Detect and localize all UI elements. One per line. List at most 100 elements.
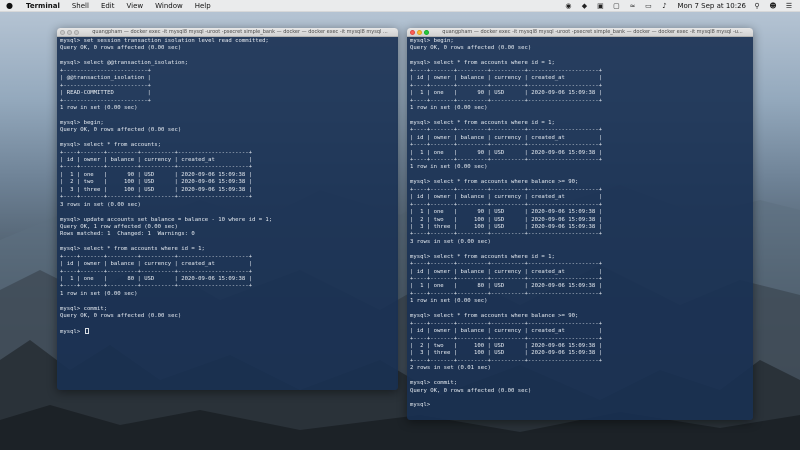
- menu-app-terminal[interactable]: Terminal: [26, 2, 60, 10]
- terminal-line: +----+-------+---------+----------+-----…: [410, 231, 602, 238]
- prompt-text: mysql>: [410, 402, 434, 409]
- terminal-line: +----+-------+---------+----------+-----…: [410, 276, 602, 282]
- terminal-prompt-line[interactable]: mysql>: [410, 402, 750, 409]
- terminal-line: mysql> commit;: [60, 305, 108, 312]
- terminal-line: | 2 | two | 100 | USD | 2020-09-06 15:09…: [60, 179, 252, 186]
- terminal-line: 3 rows in set (0.00 sec): [60, 201, 141, 208]
- terminal-line: | 1 | one | 80 | USD | 2020-09-06 15:09:…: [60, 276, 252, 282]
- terminal-line: +----+-------+---------+----------+-----…: [410, 97, 602, 104]
- close-button[interactable]: [60, 29, 65, 35]
- dropbox-icon[interactable]: ◆: [579, 2, 589, 10]
- terminal-line: | 2 | two | 100 | USD | 2020-09-06 15:09…: [410, 342, 602, 349]
- terminal-line: 1 row in set (0.00 sec): [60, 104, 138, 111]
- terminal-line: +----+-------+---------+----------+-----…: [410, 82, 602, 89]
- terminal-line: 1 row in set (0.00 sec): [410, 164, 488, 171]
- menu-edit[interactable]: Edit: [101, 2, 115, 10]
- terminal-line: +----+-------+---------+----------+-----…: [410, 261, 602, 268]
- terminal-line: | id | owner | balance | currency | crea…: [410, 268, 602, 275]
- terminal-line: mysql> select * from accounts where id =…: [60, 246, 205, 253]
- terminal-output[interactable]: mysql> begin; Query OK, 0 rows affected (…: [407, 37, 753, 410]
- terminal-line: | id | owner | balance | currency | crea…: [410, 194, 602, 201]
- terminal-line: | 1 | one | 90 | USD | 2020-09-06 15:09:…: [410, 90, 602, 97]
- window-titlebar[interactable]: quangpham — docker exec -it mysql8 mysql…: [407, 28, 753, 37]
- window-controls: [60, 29, 81, 35]
- zoom-button[interactable]: [424, 29, 429, 35]
- terminal-line: | id | owner | balance | currency | crea…: [410, 134, 602, 141]
- zoom-button[interactable]: [74, 29, 79, 35]
- terminal-line: +----+-------+---------+----------+-----…: [410, 142, 602, 149]
- terminal-line: mysql> begin;: [60, 119, 104, 126]
- wifi-icon[interactable]: ≈: [627, 2, 637, 10]
- menu-window[interactable]: Window: [155, 2, 183, 10]
- terminal-prompt-line[interactable]: mysql>: [60, 328, 395, 335]
- menu-shell[interactable]: Shell: [72, 2, 89, 10]
- terminal-line: mysql> commit;: [410, 380, 458, 387]
- terminal-line: | @@transaction_isolation |: [60, 75, 151, 82]
- terminal-line: 3 rows in set (0.00 sec): [410, 238, 491, 245]
- terminal-line: mysql> select * from accounts;: [60, 142, 162, 149]
- menu-help[interactable]: Help: [195, 2, 211, 10]
- menu-clock[interactable]: Mon 7 Sep at 10:26: [677, 2, 746, 10]
- close-button[interactable]: [410, 29, 415, 35]
- terminal-line: mysql> select * from accounts where bala…: [410, 179, 579, 186]
- terminal-line: Query OK, 0 rows affected (0.00 sec): [60, 45, 182, 52]
- lock-icon[interactable]: ▢: [611, 2, 621, 10]
- terminal-line: | id | owner | balance | currency | crea…: [60, 261, 252, 268]
- terminal-line: +----+-------+---------+----------+-----…: [60, 268, 252, 275]
- terminal-line: mysql> select @@transaction_isolation;: [60, 60, 188, 67]
- terminal-line: 1 row in set (0.00 sec): [410, 104, 488, 111]
- terminal-line: 1 row in set (0.00 sec): [60, 290, 138, 297]
- window-controls: [410, 29, 431, 35]
- minimize-button[interactable]: [417, 29, 422, 35]
- notification-center-icon[interactable]: ☰: [784, 2, 794, 10]
- terminal-line: Query OK, 1 row affected (0.00 sec): [60, 223, 178, 230]
- text-cursor: [84, 328, 89, 335]
- record-icon[interactable]: ◉: [563, 2, 573, 10]
- terminal-line: | 1 | one | 80 | USD | 2020-09-06 15:09:…: [410, 283, 602, 290]
- terminal-line: Query OK, 0 rows affected (0.00 sec): [410, 387, 532, 394]
- terminal-line: +----+-------+---------+----------+-----…: [410, 290, 602, 297]
- terminal-line: | READ-COMMITTED |: [60, 90, 151, 97]
- terminal-line: +----+-------+---------+----------+-----…: [60, 149, 252, 156]
- terminal-line: +-------------------------+: [60, 97, 151, 104]
- window-title: quangpham — docker exec -it mysql8 mysql…: [442, 29, 743, 35]
- terminal-window-left[interactable]: quangpham — docker exec -it mysql8 mysql…: [57, 28, 398, 390]
- window-titlebar[interactable]: quangpham — docker exec -it mysql8 mysql…: [57, 28, 398, 37]
- prompt-text: mysql>: [60, 329, 84, 336]
- user-avatar-icon[interactable]: ☻: [768, 2, 778, 10]
- terminal-line: | id | owner | balance | currency | crea…: [410, 328, 602, 335]
- terminal-line: +----+-------+---------+----------+-----…: [410, 320, 602, 327]
- terminal-line: | 2 | two | 100 | USD | 2020-09-06 15:09…: [410, 216, 602, 223]
- terminal-window-right[interactable]: quangpham — docker exec -it mysql8 mysql…: [407, 28, 753, 420]
- volume-icon[interactable]: ♪: [659, 2, 669, 10]
- terminal-line: 1 row in set (0.00 sec): [410, 298, 488, 305]
- apple-menu-icon[interactable]: ●: [6, 1, 16, 10]
- battery-icon[interactable]: ▭: [643, 2, 653, 10]
- terminal-output[interactable]: mysql> set session transaction isolation…: [57, 37, 398, 336]
- terminal-line: +----+-------+---------+----------+-----…: [410, 201, 602, 208]
- docker-icon[interactable]: ▣: [595, 2, 605, 10]
- minimize-button[interactable]: [67, 29, 72, 35]
- terminal-line: | 3 | three | 100 | USD | 2020-09-06 15:…: [410, 223, 602, 230]
- terminal-line: +----+-------+---------+----------+-----…: [60, 283, 252, 290]
- terminal-line: mysql> begin;: [410, 38, 454, 44]
- terminal-line: | 1 | one | 90 | USD | 2020-09-06 15:09:…: [410, 149, 602, 156]
- search-icon[interactable]: ⚲: [752, 2, 762, 10]
- menu-view[interactable]: View: [127, 2, 144, 10]
- terminal-line: mysql> set session transaction isolation…: [60, 38, 269, 44]
- terminal-line: mysql> select * from accounts where id =…: [410, 253, 555, 260]
- menu-bar: ● Terminal Shell Edit View Window Help ◉…: [0, 0, 800, 12]
